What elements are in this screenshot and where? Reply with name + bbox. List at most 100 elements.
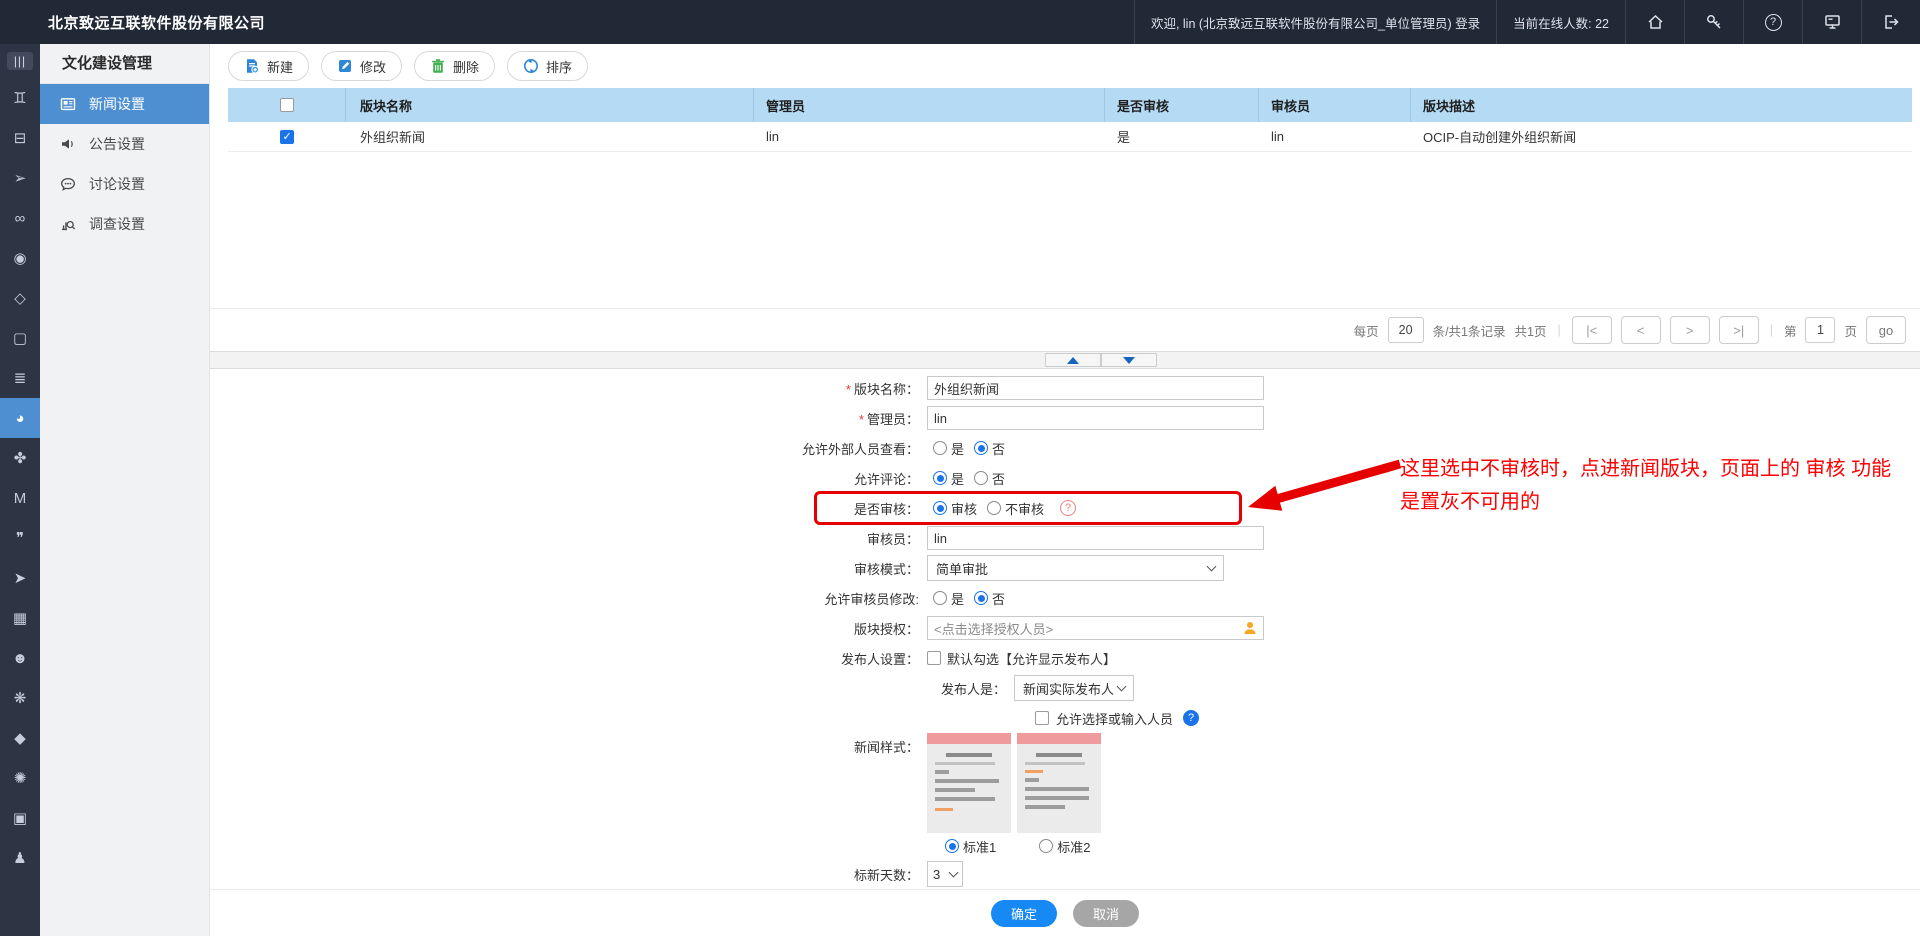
select-all-checkbox[interactable] — [279, 98, 294, 112]
org-chart-icon[interactable]: ♊ — [0, 78, 40, 118]
sidebar: 文化建设管理 新闻设置 公告设置 讨论设置 调查设置 — [40, 44, 210, 936]
key-icon[interactable] — [1684, 0, 1743, 44]
prev-page-button[interactable]: < — [1620, 316, 1661, 344]
cancel-button[interactable]: 取消 — [1073, 899, 1140, 927]
auditor-modify-yes-radio[interactable]: 是 — [933, 589, 964, 608]
logout-icon[interactable] — [1861, 0, 1920, 44]
letter-m-icon[interactable]: M — [0, 478, 40, 518]
app-clover-icon[interactable]: ✤ — [0, 438, 40, 478]
id-card-icon[interactable]: ⊟ — [0, 118, 40, 158]
terminal-icon[interactable]: ▣ — [0, 798, 40, 838]
column-header-name: 版块名称 — [346, 88, 754, 122]
total-pages-label: 共1页 — [1514, 324, 1547, 339]
chat-bubbles-icon[interactable]: ❞ — [0, 518, 40, 558]
pen-mark — [1025, 770, 1043, 773]
admin-input[interactable] — [927, 406, 1264, 430]
first-page-button[interactable]: |< — [1571, 316, 1612, 344]
monitor-icon[interactable] — [1802, 0, 1861, 44]
chart-magnifier-icon — [62, 220, 76, 231]
news-style-label: 新闻样式： — [853, 740, 919, 755]
audit-label: 是否审核： — [853, 501, 919, 517]
topbar-right: 欢迎, lin (北京致远互联软件股份有限公司_单位管理员) 登录 当前在线人数… — [1133, 0, 1920, 44]
sidebar-item-label: 公告设置 — [89, 136, 145, 152]
publisher-default-checkbox[interactable] — [927, 651, 941, 665]
down-triangle-icon — [1123, 356, 1135, 364]
news-style-1-thumbnail[interactable] — [927, 733, 1011, 833]
ok-button[interactable]: 确定 — [990, 899, 1057, 927]
audit-no-radio[interactable]: 不审核 — [987, 499, 1044, 518]
audit-mode-select[interactable]: 简单审批 — [927, 555, 1224, 581]
annotation-text: 这里选中不审核时，点进新闻版块，页面上的 审核 功能 是置灰不可用的 — [1400, 458, 1892, 513]
column-header-description: 版块描述 — [1423, 98, 1476, 114]
auditor-modify-no-radio[interactable]: 否 — [974, 589, 1005, 608]
modify-button[interactable]: 修改 — [321, 51, 403, 81]
company-title: 北京致远互联软件股份有限公司 — [48, 14, 266, 32]
publisher-is-select[interactable]: 新闻实际发布人 — [1014, 675, 1134, 701]
form-footer: 确定 取消 — [210, 889, 1920, 936]
robot-icon[interactable]: ☻ — [0, 638, 40, 678]
sidebar-item-discussion-settings[interactable]: 讨论设置 — [40, 164, 209, 204]
audit-yes-radio[interactable]: 审核 — [933, 499, 977, 518]
cursor-icon[interactable]: ➢ — [0, 158, 40, 198]
news-style-2-thumbnail[interactable] — [1017, 733, 1101, 833]
sidebar-item-label: 新闻设置 — [89, 96, 145, 112]
new-days-select[interactable]: 3 — [927, 861, 963, 887]
main-layout: ||| ♊ ⊟ ➢ ∞ ◉ ◇ ▢ ≣ ◕ ✤ M ❞ ➤ ▦ ☻ ❋ ◆ ✺ … — [0, 44, 1920, 936]
auditor-label: 审核员： — [866, 531, 919, 547]
name-input[interactable] — [927, 376, 1264, 400]
cube-icon[interactable]: ◆ — [0, 718, 40, 758]
form-row-auditor-modify: 允许审核员修改: 是 否 — [210, 583, 1920, 613]
menu-columns-icon[interactable]: ||| — [0, 44, 40, 78]
allow-input-checkbox[interactable] — [1035, 711, 1049, 725]
app-icon-rail: ||| ♊ ⊟ ➢ ∞ ◉ ◇ ▢ ≣ ◕ ✤ M ❞ ➤ ▦ ☻ ❋ ◆ ✺ … — [0, 44, 40, 936]
allow-input-help-icon[interactable] — [1183, 710, 1200, 726]
home-icon[interactable] — [1625, 0, 1684, 44]
person-icon[interactable]: ♟ — [0, 838, 40, 878]
last-page-button[interactable]: >| — [1718, 316, 1759, 344]
cube-outline-icon[interactable]: ◇ — [0, 278, 40, 318]
authorize-placeholder: <点击选择授权人员> — [934, 621, 1054, 637]
culture-fan-icon[interactable]: ◕ — [0, 398, 40, 438]
edit-icon — [339, 60, 352, 72]
authorize-input[interactable]: <点击选择授权人员> — [927, 616, 1264, 640]
welcome-text: 欢迎, lin (北京致远互联软件股份有限公司_单位管理员) 登录 — [1133, 0, 1496, 44]
hex-flower-icon[interactable]: ❋ — [0, 678, 40, 718]
person-picker-icon[interactable] — [1243, 621, 1257, 635]
workflow-icon[interactable]: ∞ — [0, 198, 40, 238]
required-mark: * — [845, 381, 851, 397]
collapse-down-button[interactable] — [1101, 353, 1157, 367]
delete-button[interactable]: 删除 — [414, 51, 496, 81]
external-view-yes-radio[interactable]: 是 — [933, 439, 964, 458]
comments-yes-radio[interactable]: 是 — [933, 469, 964, 488]
sidebar-item-news-settings[interactable]: 新闻设置 — [40, 84, 209, 124]
table-row[interactable]: 外组织新闻 lin 是 lin OCIP-自动创建外组织新闻 — [228, 122, 1912, 152]
comments-no-radio[interactable]: 否 — [974, 469, 1005, 488]
sidebar-item-survey-settings[interactable]: 调查设置 — [40, 204, 209, 244]
panel-splitter[interactable] — [210, 351, 1920, 369]
style2-radio[interactable]: 标准2 — [1039, 837, 1090, 856]
collapse-up-button[interactable] — [1045, 353, 1101, 367]
sort-button[interactable]: 排序 — [507, 51, 589, 81]
form-row-name: * 版块名称： — [210, 373, 1920, 403]
row-checkbox[interactable] — [280, 129, 294, 144]
style1-radio[interactable]: 标准1 — [945, 837, 996, 856]
document-icon[interactable]: ▢ — [0, 318, 40, 358]
help-icon[interactable]: ? — [1743, 0, 1802, 44]
cell-description: OCIP-自动创建外组织新闻 — [1423, 130, 1577, 145]
external-view-no-radio[interactable]: 否 — [974, 439, 1005, 458]
page-number-input[interactable]: 1 — [1805, 317, 1836, 343]
next-page-button[interactable]: > — [1669, 316, 1710, 344]
authorize-label: 版块授权： — [853, 621, 919, 637]
go-button[interactable]: go — [1866, 316, 1906, 344]
new-button[interactable]: 新建 — [228, 51, 310, 81]
bar-chart-icon[interactable]: ▦ — [0, 598, 40, 638]
auditor-input[interactable] — [927, 526, 1264, 550]
sidebar-item-announcement-settings[interactable]: 公告设置 — [40, 124, 209, 164]
page-size-input[interactable]: 20 — [1387, 317, 1424, 343]
paper-plane-icon[interactable]: ➤ — [0, 558, 40, 598]
gear-icon[interactable]: ✺ — [0, 758, 40, 798]
audit-help-icon[interactable] — [1060, 500, 1077, 516]
cap-badge-icon[interactable]: ◉ — [0, 238, 40, 278]
stack-icon[interactable]: ≣ — [0, 358, 40, 398]
cell-admin: lin — [766, 129, 780, 144]
